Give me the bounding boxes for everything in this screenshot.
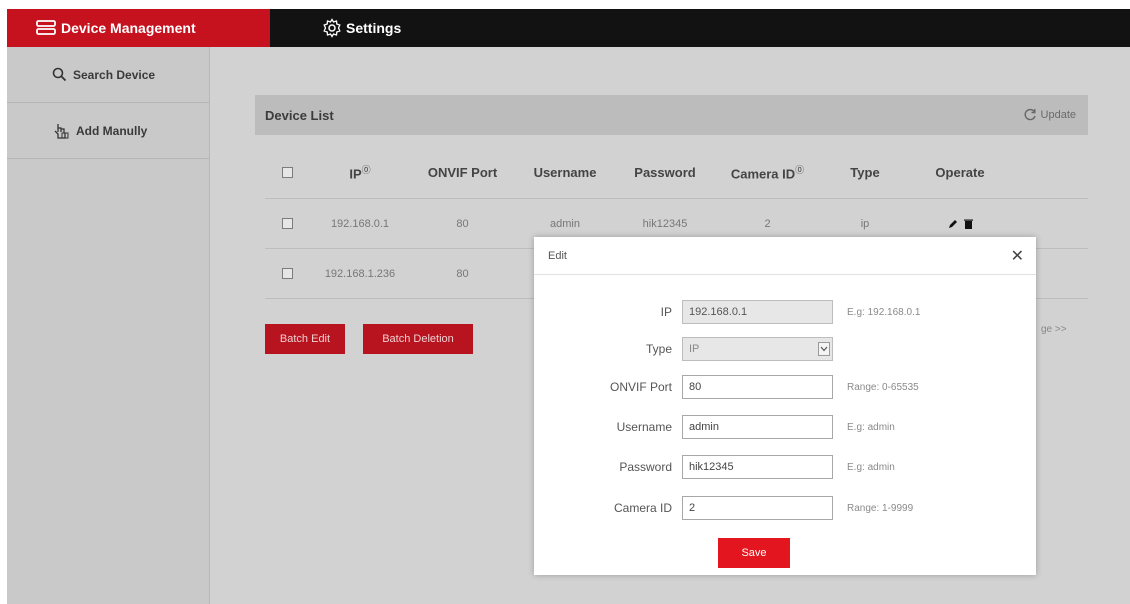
tab-device-management-label: Device Management (61, 20, 196, 36)
table-header-row: IP⓪ ONVIF Port Username Password Camera … (265, 147, 1088, 199)
onvif-port-field[interactable] (682, 375, 833, 399)
edit-dialog-header: Edit ✕ (534, 237, 1036, 275)
cell-camera-id: 2 (764, 217, 771, 230)
password-label: Password (619, 460, 672, 474)
batch-deletion-button[interactable]: Batch Deletion (363, 324, 473, 354)
device-list-title: Device List (265, 107, 334, 123)
camera-id-label: Camera ID (613, 501, 672, 515)
cell-operate (910, 219, 1010, 229)
column-header-camera-id: Camera ID⓪ (730, 165, 805, 182)
ip-label: IP (660, 305, 672, 319)
search-icon (52, 67, 67, 82)
pencil-icon[interactable] (948, 219, 958, 229)
field-row-type: Type IP (534, 336, 1036, 362)
select-all-checkbox[interactable] (282, 167, 293, 178)
sidebar-item-label: Search Device (73, 67, 156, 82)
field-row-camera-id: Camera ID Range: 1-9999 (534, 495, 1036, 521)
cell-ip: 192.168.1.236 (324, 267, 396, 280)
column-header-type: Type (850, 165, 880, 180)
field-row-onvif-port: ONVIF Port Range: 0-65535 (534, 374, 1036, 400)
info-icon: ⓪ (361, 165, 371, 176)
column-header-onvif-port: ONVIF Port (427, 165, 498, 180)
column-header-username: Username (533, 165, 597, 180)
type-select-value: IP (689, 343, 700, 355)
ip-hint: E.g: 192.168.0.1 (847, 306, 921, 318)
hand-pointer-icon (54, 123, 69, 139)
username-label: Username (616, 420, 672, 434)
row-checkbox[interactable] (282, 218, 293, 229)
column-header-password: Password (634, 165, 696, 180)
info-icon: ⓪ (795, 165, 805, 176)
edit-dialog: Edit ✕ IP E.g: 192.168.0.1 Type IP ONVIF… (534, 237, 1036, 575)
trash-icon[interactable] (963, 219, 973, 229)
camera-id-hint: Range: 1-9999 (847, 502, 914, 514)
cell-port: 80 (456, 267, 469, 280)
field-row-username: Username E.g: admin (534, 414, 1036, 440)
onvif-port-label: ONVIF Port (609, 380, 672, 394)
sidebar-item-add-manually[interactable]: Add Manully (7, 103, 209, 159)
device-list-header: Device List Update (255, 95, 1088, 135)
save-button[interactable]: Save (718, 538, 790, 568)
cell-password: hik12345 (642, 217, 688, 230)
refresh-icon (1024, 108, 1036, 121)
username-field[interactable] (682, 415, 833, 439)
close-icon[interactable]: ✕ (1011, 246, 1024, 266)
password-hint: E.g: admin (847, 461, 895, 473)
field-row-password: Password E.g: admin (534, 454, 1036, 480)
tab-device-management[interactable]: Device Management (7, 9, 270, 47)
sidebar-item-search-device[interactable]: Search Device (7, 47, 209, 103)
column-header-ip: IP⓪ (349, 165, 371, 182)
cell-port: 80 (456, 217, 469, 230)
tab-settings-label: Settings (346, 20, 402, 36)
chevron-down-icon (818, 342, 830, 356)
server-icon (36, 20, 56, 35)
page-navigation[interactable]: ge >> (1041, 324, 1067, 335)
update-button[interactable]: Update (1023, 108, 1076, 122)
sidebar: Search Device Add Manully (7, 47, 210, 604)
edit-dialog-title: Edit (548, 249, 567, 262)
type-select[interactable]: IP (682, 337, 833, 361)
sidebar-item-label: Add Manully (76, 123, 148, 138)
row-checkbox[interactable] (282, 268, 293, 279)
update-label: Update (1040, 109, 1076, 121)
type-label: Type (645, 342, 672, 356)
tab-settings[interactable]: Settings (322, 9, 401, 47)
cell-username: admin (550, 217, 580, 230)
gear-icon (323, 18, 341, 38)
cell-ip: 192.168.0.1 (330, 217, 390, 230)
field-row-ip: IP E.g: 192.168.0.1 (534, 299, 1036, 325)
username-hint: E.g: admin (847, 421, 895, 433)
ip-field[interactable] (682, 300, 833, 324)
batch-edit-button[interactable]: Batch Edit (265, 324, 345, 354)
onvif-port-hint: Range: 0-65535 (847, 381, 919, 393)
column-header-operate: Operate (935, 165, 985, 180)
cell-type: ip (860, 217, 870, 230)
top-nav-bar: Device Management Settings (7, 9, 1130, 47)
camera-id-field[interactable] (682, 496, 833, 520)
password-field[interactable] (682, 455, 833, 479)
